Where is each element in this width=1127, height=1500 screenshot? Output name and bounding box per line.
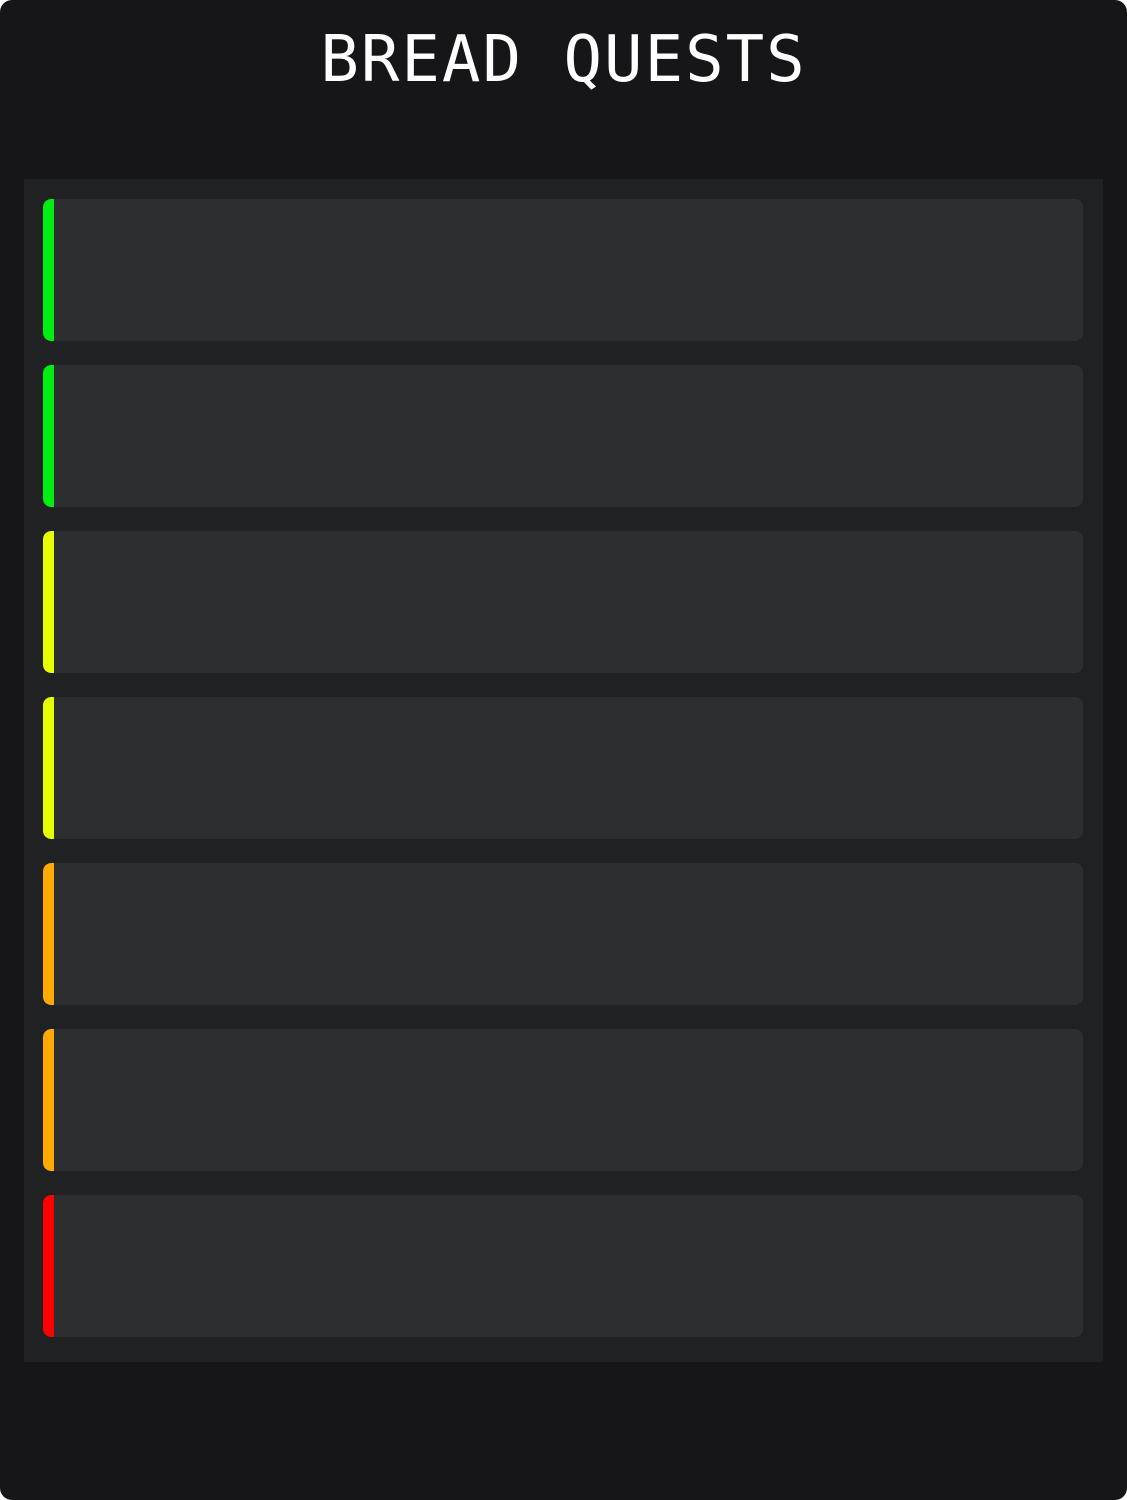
quest-status-bar	[43, 1195, 54, 1337]
quest-status-bar	[43, 365, 54, 507]
quest-status-bar	[43, 1029, 54, 1171]
quest-status-bar	[43, 199, 54, 341]
quest-card-4[interactable]	[43, 697, 1083, 839]
quest-status-bar	[43, 531, 54, 673]
quest-card-1[interactable]	[43, 199, 1083, 341]
quest-card-7[interactable]	[43, 1195, 1083, 1337]
quest-status-bar	[43, 863, 54, 1005]
quest-card-5[interactable]	[43, 863, 1083, 1005]
quest-status-bar	[43, 697, 54, 839]
quest-list	[24, 179, 1103, 1362]
quest-card-3[interactable]	[43, 531, 1083, 673]
quest-card-6[interactable]	[43, 1029, 1083, 1171]
page-title: BREAD QUESTS	[320, 23, 807, 97]
quest-card-2[interactable]	[43, 365, 1083, 507]
game-window: BREAD QUESTS	[0, 0, 1127, 1500]
